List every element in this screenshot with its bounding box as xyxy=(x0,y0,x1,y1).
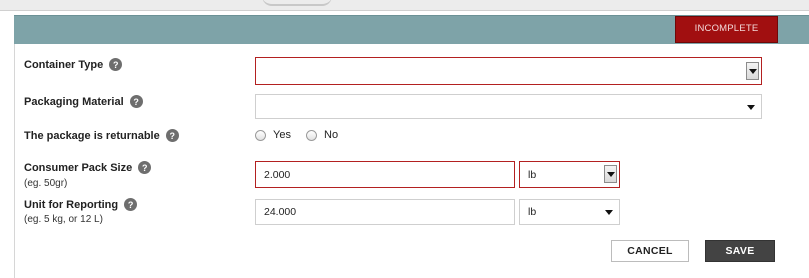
container-type-label: Container Type ? xyxy=(24,58,123,71)
unit-for-reporting-label: Unit for Reporting ? xyxy=(24,198,138,211)
packaging-material-select[interactable] xyxy=(255,94,762,119)
returnable-label-text: The package is returnable xyxy=(24,129,160,142)
help-icon[interactable]: ? xyxy=(124,198,138,211)
help-icon[interactable]: ? xyxy=(138,161,152,174)
consumer-pack-size-label-text: Consumer Pack Size xyxy=(24,161,133,174)
status-badge: INCOMPLETE xyxy=(675,16,778,43)
unit-for-reporting-hint: (eg. 5 kg, or 12 L) xyxy=(24,214,103,225)
consumer-pack-size-hint: (eg. 50gr) xyxy=(24,178,68,189)
top-strip xyxy=(0,0,809,11)
unit-for-reporting-value: 24.000 xyxy=(264,206,297,218)
consumer-pack-size-label: Consumer Pack Size ? xyxy=(24,161,152,174)
save-button[interactable]: SAVE xyxy=(705,240,775,262)
radio-circle-icon[interactable] xyxy=(306,129,317,141)
help-icon[interactable]: ? xyxy=(109,58,123,71)
help-icon[interactable]: ? xyxy=(129,95,143,108)
radio-circle-icon[interactable] xyxy=(255,129,266,141)
returnable-no-label: No xyxy=(324,129,339,141)
chevron-down-icon[interactable] xyxy=(747,105,755,110)
container-type-select[interactable] xyxy=(255,57,762,85)
chevron-down-icon[interactable] xyxy=(746,62,759,80)
consumer-pack-size-unit-value: lb xyxy=(528,168,537,181)
unit-for-reporting-input[interactable]: 24.000 xyxy=(255,199,515,225)
top-strip-decoration xyxy=(262,0,332,6)
packaging-material-label-text: Packaging Material xyxy=(24,95,124,108)
cancel-button[interactable]: CANCEL xyxy=(611,240,689,262)
chevron-down-icon[interactable] xyxy=(604,165,617,183)
unit-for-reporting-unit-select[interactable]: lb xyxy=(519,199,620,225)
container-type-label-text: Container Type xyxy=(24,58,104,71)
unit-for-reporting-label-text: Unit for Reporting xyxy=(24,198,119,211)
returnable-yes-radio[interactable]: Yes xyxy=(255,129,291,141)
returnable-no-radio[interactable]: No xyxy=(306,129,338,141)
packaging-material-label: Packaging Material ? xyxy=(24,95,143,108)
consumer-pack-size-input[interactable]: 2.000 xyxy=(255,161,515,188)
returnable-yes-label: Yes xyxy=(273,129,291,141)
returnable-label: The package is returnable ? xyxy=(24,129,179,142)
consumer-pack-size-value: 2.000 xyxy=(264,168,291,181)
consumer-pack-size-unit-select[interactable]: lb xyxy=(519,161,620,188)
unit-for-reporting-unit-value: lb xyxy=(528,206,537,218)
chevron-down-icon[interactable] xyxy=(605,210,613,215)
help-icon[interactable]: ? xyxy=(165,129,179,142)
